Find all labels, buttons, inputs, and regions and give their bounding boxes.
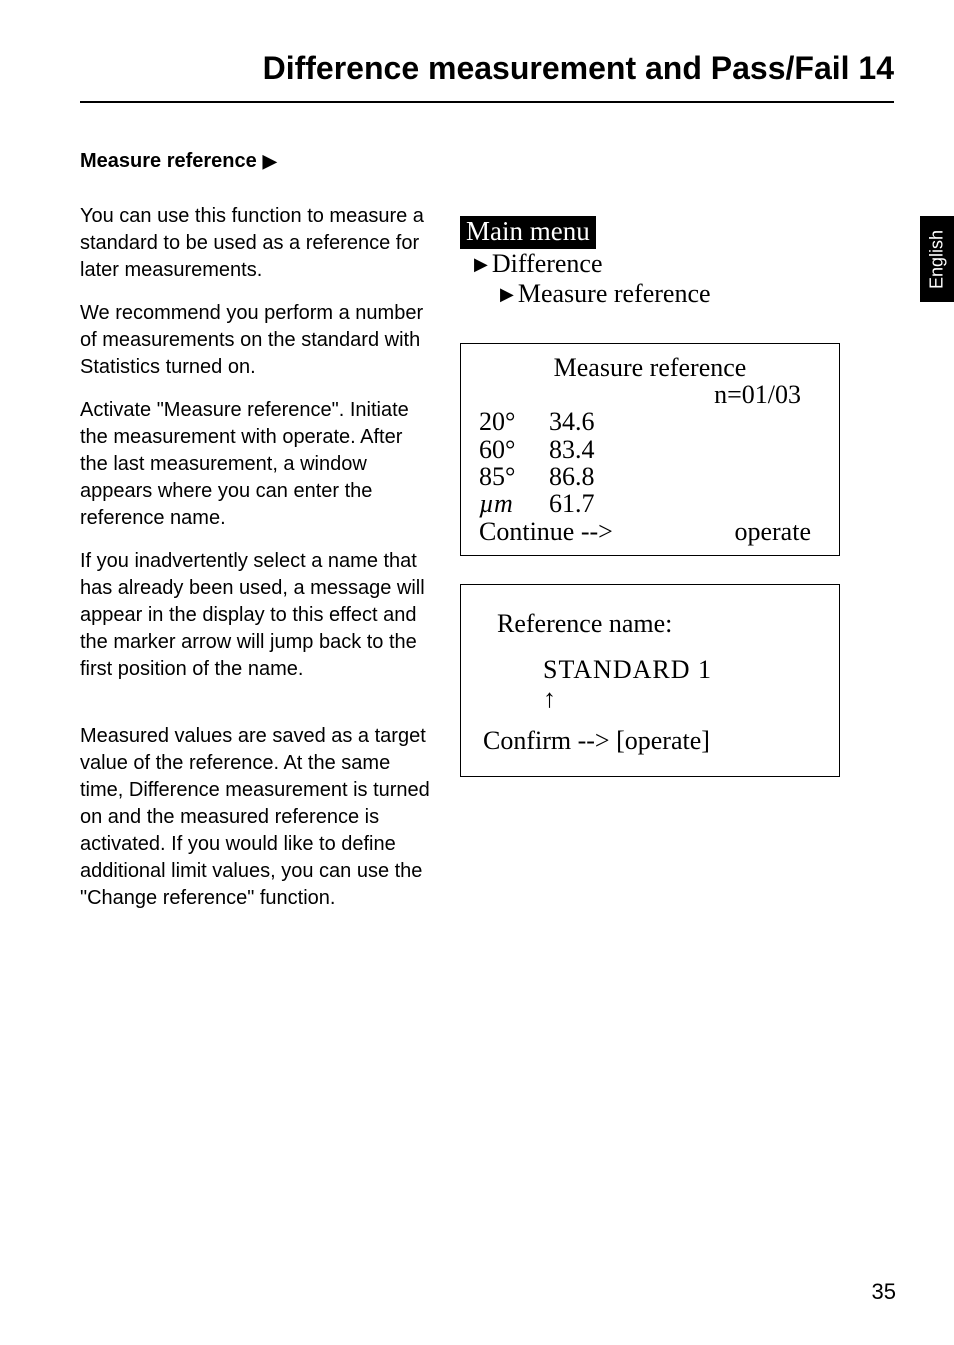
lcd-data-row: µm 61.7 <box>479 490 821 517</box>
lcd-value: 34.6 <box>549 408 595 435</box>
lcd-value: 61.7 <box>549 490 595 517</box>
lcd-value: 83.4 <box>549 436 595 463</box>
lcd-title: Reference name: <box>483 607 817 641</box>
lcd-title: Measure reference <box>479 354 821 381</box>
figure-column: Main menu ▶ Difference ▶ Measure referen… <box>460 148 894 928</box>
lcd-measure-screen: Measure reference n=01/03 20° 34.6 60° 8… <box>460 343 840 556</box>
language-tab: English <box>920 216 954 302</box>
lcd-label: 20° <box>479 408 549 435</box>
lcd-label: 85° <box>479 463 549 490</box>
triangle-right-icon: ▶ <box>474 254 488 275</box>
lcd-value: 86.8 <box>549 463 595 490</box>
menu-breadcrumb: Main menu ▶ Difference ▶ Measure referen… <box>460 216 894 309</box>
paragraph: If you inadvertently select a name that … <box>80 548 430 683</box>
lcd-name-entry-screen: Reference name: STANDARD 1 ↑ Confirm -->… <box>460 584 840 777</box>
lcd-data-row: 85° 86.8 <box>479 463 821 490</box>
breadcrumb-level1: Difference <box>492 249 603 279</box>
lcd-label: 60° <box>479 436 549 463</box>
triangle-right-icon: ▶ <box>263 149 277 173</box>
lcd-data-row: 60° 83.4 <box>479 436 821 463</box>
lcd-operate-label: operate <box>734 518 811 545</box>
lcd-prompt: Continue --> operate <box>479 518 821 545</box>
page-title: Difference measurement and Pass/Fail 14 <box>80 50 894 103</box>
paragraph: We recommend you perform a number of mea… <box>80 300 430 381</box>
up-arrow-icon: ↑ <box>483 687 817 710</box>
paragraph: Measured values are saved as a target va… <box>80 723 430 912</box>
breadcrumb-level2: Measure reference <box>518 279 711 309</box>
lcd-data-row: 20° 34.6 <box>479 408 821 435</box>
section-heading: Measure reference ▶ <box>80 148 430 175</box>
body-text-column: Measure reference ▶ You can use this fun… <box>80 148 430 928</box>
breadcrumb-root: Main menu <box>460 216 596 249</box>
lcd-label: µm <box>479 490 549 517</box>
paragraph: Activate "Measure reference". Initiate t… <box>80 397 430 532</box>
page-number: 35 <box>872 1279 896 1305</box>
lcd-confirm-label: Confirm --> [operate] <box>483 724 817 758</box>
triangle-right-icon: ▶ <box>500 284 514 305</box>
lcd-reference-name: STANDARD 1 <box>483 653 817 687</box>
heading-text: Measure reference <box>80 148 257 175</box>
lcd-counter: n=01/03 <box>479 381 821 408</box>
lcd-continue-label: Continue --> <box>479 518 613 545</box>
paragraph: You can use this function to measure a s… <box>80 203 430 284</box>
